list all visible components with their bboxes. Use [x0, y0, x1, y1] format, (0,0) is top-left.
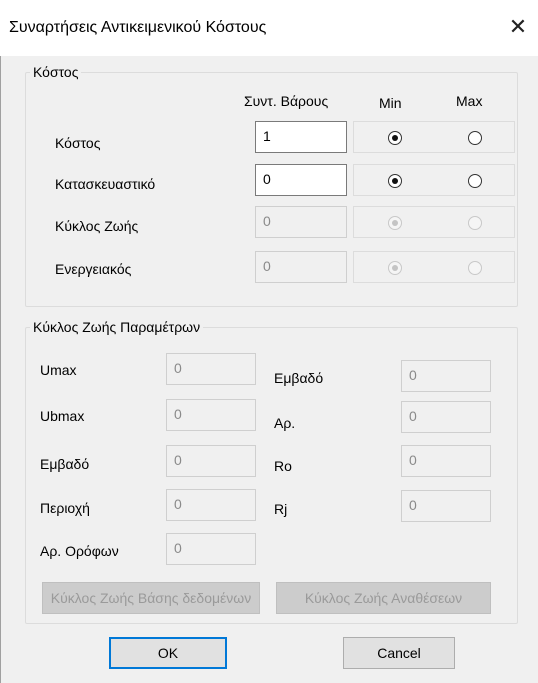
energy-min-radio — [388, 261, 402, 275]
close-icon[interactable]: ✕ — [505, 14, 531, 40]
lifecycle-params-group-label: Κύκλος Ζωής Παραμέτρων — [30, 319, 204, 335]
ro-label: Ro — [274, 458, 292, 474]
floors-input: 0 — [166, 533, 256, 565]
construction-max-radio[interactable] — [468, 174, 482, 188]
floors-label: Αρ. Ορόφων — [40, 543, 119, 559]
energy-max-radio — [468, 261, 482, 275]
umax-label: Umax — [40, 362, 77, 378]
ubmax-input: 0 — [166, 399, 256, 431]
area-right-label: Εμβαδό — [274, 370, 324, 386]
region-input: 0 — [166, 489, 256, 521]
cost-weight-input[interactable]: 1 — [255, 121, 347, 153]
window-frame — [0, 56, 1, 683]
construction-row-label: Κατασκευαστικό — [55, 176, 156, 192]
construction-minmax-panel — [353, 164, 515, 196]
weight-column-header: Συντ. Βάρους — [244, 93, 329, 109]
lifecycle-min-radio — [388, 216, 402, 230]
ro-input: 0 — [401, 445, 491, 477]
construction-weight-input[interactable]: 0 — [255, 164, 347, 196]
ubmax-label: Ubmax — [40, 408, 85, 424]
max-column-header: Max — [456, 93, 483, 109]
cost-group-label: Κόστος — [30, 64, 82, 80]
ar-right-label: Αρ. — [274, 415, 296, 431]
ar-right-input: 0 — [401, 401, 491, 433]
lifecycle-weight-input: 0 — [255, 206, 347, 238]
cost-row-label: Κόστος — [55, 135, 101, 151]
ok-button[interactable]: OK — [109, 637, 227, 669]
lifecycle-max-radio — [468, 216, 482, 230]
area-right-input: 0 — [401, 360, 491, 392]
cost-max-radio[interactable] — [468, 131, 482, 145]
energy-weight-input: 0 — [255, 251, 347, 283]
construction-min-radio[interactable] — [388, 174, 402, 188]
lifecycle-row-label: Κύκλος Ζωής — [55, 218, 139, 234]
lifecycle-tenders-button: Κύκλος Ζωής Αναθέσεων — [276, 582, 491, 614]
area-label: Εμβαδό — [40, 456, 90, 472]
energy-minmax-panel — [353, 251, 515, 283]
min-column-header: Min — [379, 95, 402, 111]
title-bar: Συναρτήσεις Αντικειμενικού Κόστους ✕ — [0, 0, 538, 56]
lifecycle-database-button: Κύκλος Ζωής Βάσης δεδομένων — [42, 582, 260, 614]
cost-minmax-panel — [353, 121, 515, 153]
cancel-button[interactable]: Cancel — [343, 637, 455, 669]
cost-min-radio[interactable] — [388, 131, 402, 145]
region-label: Περιοχή — [40, 500, 90, 516]
rj-label: Rj — [274, 501, 288, 517]
energy-row-label: Ενεργειακός — [55, 261, 132, 277]
umax-input: 0 — [166, 353, 256, 385]
rj-input: 0 — [401, 490, 491, 522]
area-input: 0 — [166, 445, 256, 477]
window-title: Συναρτήσεις Αντικειμενικού Κόστους — [9, 19, 267, 36]
lifecycle-minmax-panel — [353, 206, 515, 238]
